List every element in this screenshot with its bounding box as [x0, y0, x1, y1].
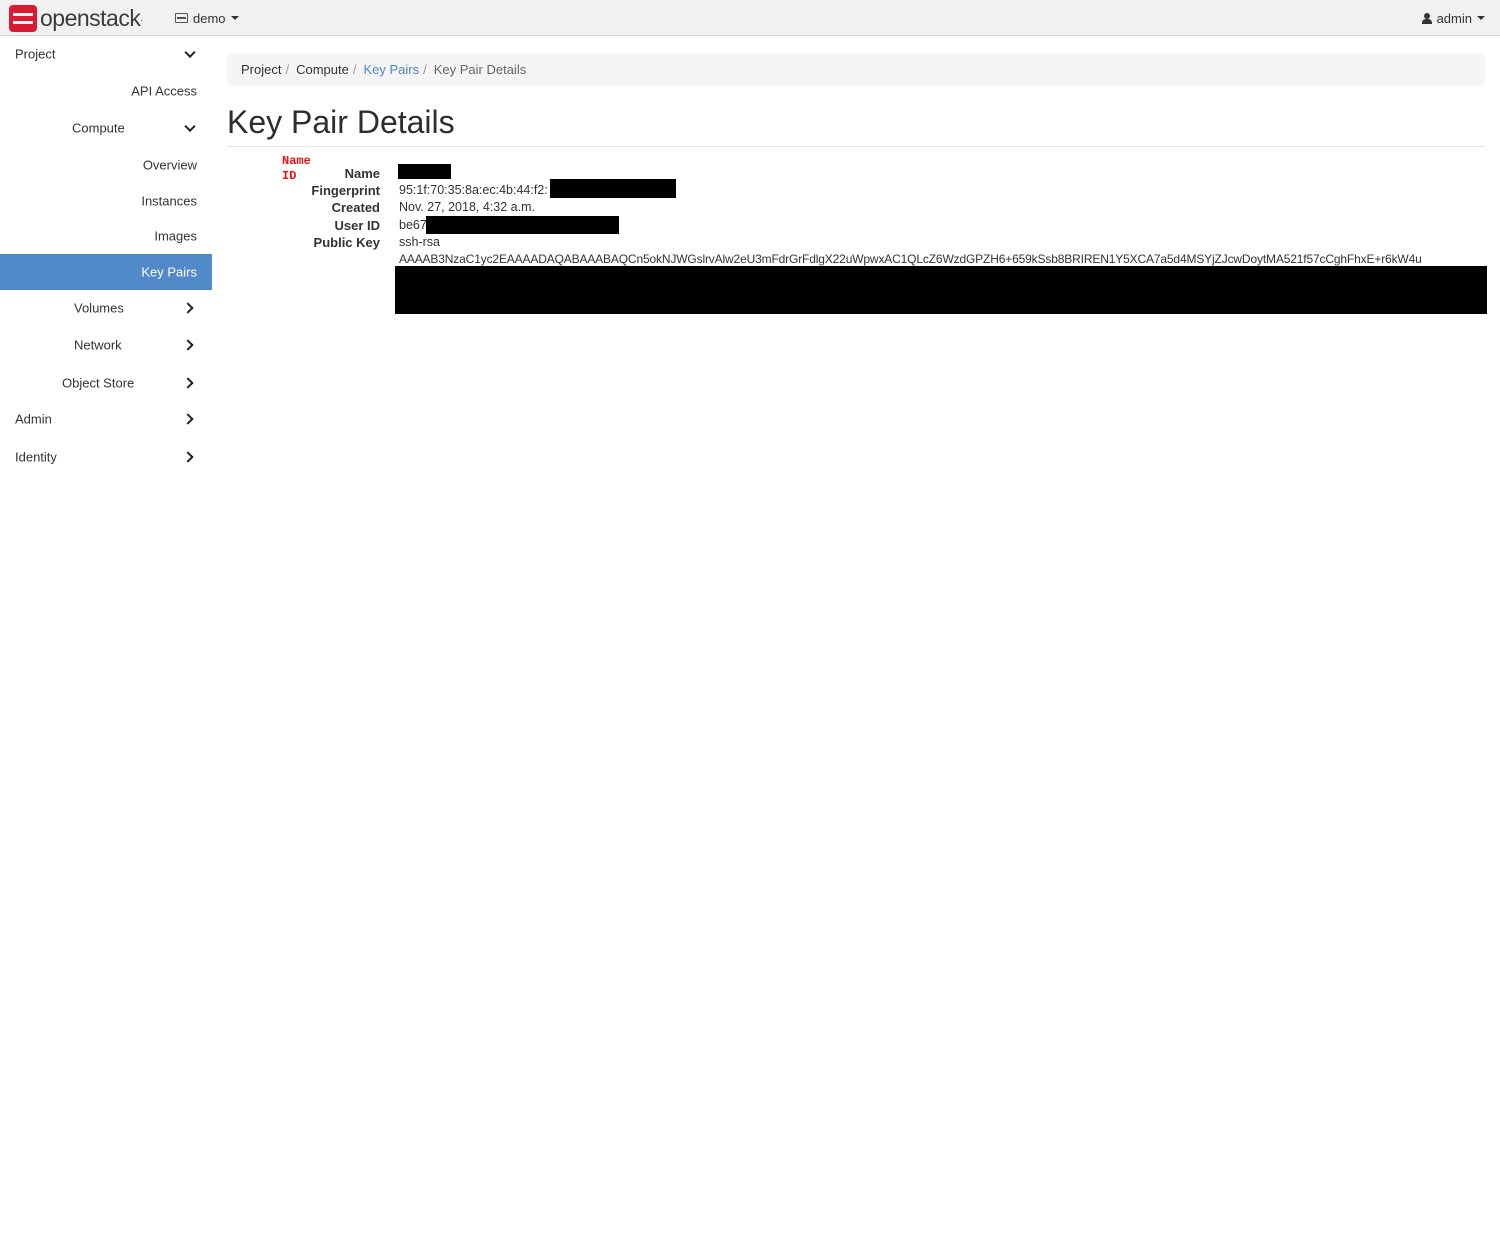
- public-key-redaction: [395, 266, 1487, 314]
- name-label: Name: [344, 166, 380, 181]
- created-value: Nov. 27, 2018, 4:32 a.m.: [399, 200, 535, 214]
- name-value-redaction: [398, 164, 451, 179]
- breadcrumb-separator: /: [352, 62, 357, 77]
- fingerprint-redaction: [550, 179, 676, 198]
- sidebar-item-overview[interactable]: Overview: [0, 147, 212, 183]
- sidebar-item-label: Images: [154, 228, 197, 244]
- chevron-down-icon: [184, 120, 196, 133]
- top-navbar: openstack. demo admin: [0, 0, 1500, 36]
- sidebar-item-instances[interactable]: Instances: [0, 183, 212, 219]
- breadcrumb: Project / Compute / Key Pairs / Key Pair…: [227, 53, 1485, 86]
- sidebar-item-label: Compute: [72, 120, 125, 136]
- user-id-value: be67: [399, 218, 427, 232]
- sidebar-item-project[interactable]: Project: [0, 36, 212, 72]
- user-icon: [1421, 12, 1432, 24]
- sidebar-item-images[interactable]: Images: [0, 218, 212, 254]
- project-icon: [175, 13, 188, 23]
- sidebar-item-key-pairs[interactable]: Key Pairs: [0, 254, 212, 290]
- user-id-label: User ID: [334, 218, 380, 233]
- chevron-right-icon: [182, 451, 194, 463]
- chevron-right-icon: [182, 377, 194, 389]
- breadcrumb-current: Key Pair Details: [433, 62, 527, 77]
- caret-down-icon: [1477, 16, 1485, 20]
- breadcrumb-key-pairs-link[interactable]: Key Pairs: [363, 62, 419, 77]
- sidebar-item-label: Overview: [142, 157, 197, 173]
- sidebar-item-volumes[interactable]: Volumes: [0, 290, 212, 326]
- sidebar-item-api-access[interactable]: API Access: [0, 73, 212, 109]
- sidebar-item-label: API Access: [131, 83, 197, 99]
- created-label: Created: [331, 200, 380, 215]
- public-key-value: AAAAB3NzaC1yc2EAAAADAQABAAABAQCn5okNJWGs…: [399, 252, 1422, 266]
- user-menu[interactable]: admin: [1421, 0, 1485, 36]
- sidebar-item-label: Volumes: [74, 300, 124, 316]
- openstack-logo[interactable]: openstack.: [9, 4, 143, 32]
- public-key-label: Public Key: [313, 235, 380, 250]
- fingerprint-value: 95:1f:70:35:8a:ec:4b:44:f2:: [399, 183, 548, 197]
- sidebar-item-label: Object Store: [62, 375, 135, 391]
- breadcrumb-compute[interactable]: Compute: [296, 62, 349, 77]
- user-id-redaction: [426, 216, 619, 234]
- chevron-down-icon: [184, 46, 196, 59]
- chevron-right-icon: [182, 339, 194, 351]
- annotation-name: Name: [282, 154, 311, 168]
- openstack-logo-icon: [9, 4, 37, 32]
- annotation-id: ID: [282, 169, 297, 183]
- sidebar-item-object-store[interactable]: Object Store: [0, 365, 212, 401]
- sidebar-item-label: Network: [74, 337, 122, 353]
- public-key-type: ssh-rsa: [399, 235, 440, 249]
- sidebar-item-label: Identity: [15, 449, 57, 465]
- chevron-right-icon: [182, 413, 194, 425]
- title-divider: [227, 146, 1485, 147]
- breadcrumb-project[interactable]: Project: [241, 62, 281, 77]
- breadcrumb-separator: /: [285, 62, 290, 77]
- brand-dot: .: [140, 12, 144, 24]
- page-title: Key Pair Details: [227, 104, 455, 140]
- sidebar-item-network[interactable]: Network: [0, 327, 212, 363]
- project-switcher[interactable]: demo: [175, 0, 239, 36]
- sidebar-item-label: Admin: [15, 411, 52, 427]
- sidebar-item-label: Key Pairs: [141, 264, 197, 280]
- sidebar-item-identity[interactable]: Identity: [0, 439, 212, 475]
- brand-name: openstack: [40, 5, 141, 31]
- fingerprint-label: Fingerprint: [311, 183, 380, 198]
- sidebar-item-compute[interactable]: Compute: [0, 110, 212, 146]
- sidebar-item-admin[interactable]: Admin: [0, 401, 212, 437]
- chevron-right-icon: [182, 302, 194, 314]
- caret-down-icon: [230, 16, 239, 20]
- user-name: admin: [1436, 10, 1472, 26]
- breadcrumb-separator: /: [423, 62, 427, 77]
- sidebar-item-label: Project: [15, 46, 56, 62]
- project-name: demo: [193, 10, 226, 26]
- sidebar-item-label: Instances: [141, 193, 197, 209]
